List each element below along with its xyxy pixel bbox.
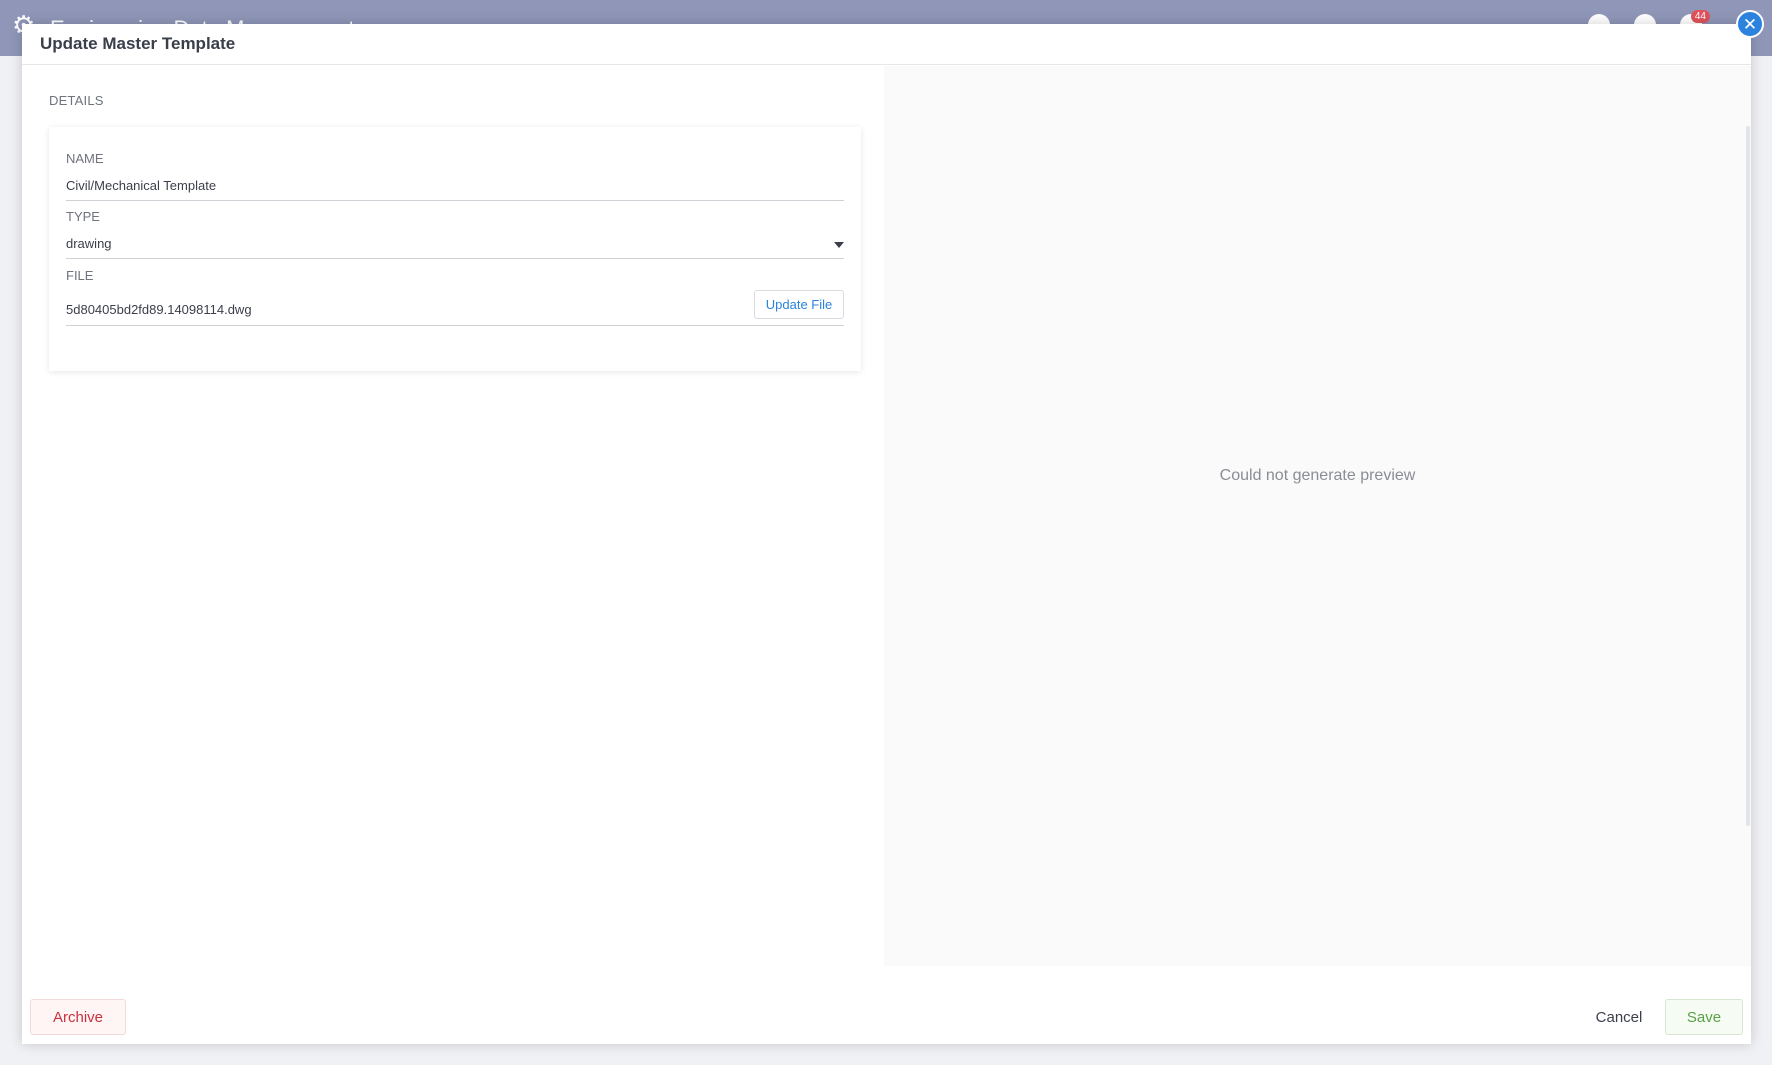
archive-button[interactable]: Archive	[30, 999, 126, 1035]
modal-title: Update Master Template	[40, 34, 236, 53]
preview-message: Could not generate preview	[1219, 467, 1416, 484]
modal-footer: Archive Cancel Save	[22, 966, 1751, 1044]
close-icon[interactable]: ✕	[1736, 10, 1764, 38]
name-field-underline	[66, 200, 844, 201]
notification-badge: 44	[1690, 10, 1710, 23]
preview-pane: Could not generate preview	[884, 66, 1751, 966]
cancel-button[interactable]: Cancel	[1587, 999, 1651, 1035]
name-label: NAME	[66, 151, 104, 166]
update-template-modal: Update Master Template DETAILS NAME Civi…	[22, 24, 1751, 1044]
details-section-label: DETAILS	[49, 93, 104, 108]
chevron-down-icon[interactable]	[834, 242, 844, 248]
details-card: NAME Civil/Mechanical Template TYPE draw…	[49, 127, 861, 371]
modal-body: DETAILS NAME Civil/Mechanical Template T…	[22, 66, 1751, 966]
file-label: FILE	[66, 268, 94, 283]
type-select-underline	[66, 258, 844, 259]
name-field[interactable]: Civil/Mechanical Template	[66, 178, 216, 193]
type-select[interactable]: drawing	[66, 236, 112, 251]
update-file-button[interactable]: Update File	[754, 290, 844, 319]
type-label: TYPE	[66, 209, 100, 224]
file-field-underline	[66, 325, 844, 326]
modal-header: Update Master Template	[22, 24, 1751, 65]
details-pane: DETAILS NAME Civil/Mechanical Template T…	[22, 66, 884, 966]
scrollbar[interactable]	[1746, 126, 1750, 826]
save-button[interactable]: Save	[1665, 999, 1743, 1035]
file-name: 5d80405bd2fd89.14098114.dwg	[66, 302, 252, 317]
